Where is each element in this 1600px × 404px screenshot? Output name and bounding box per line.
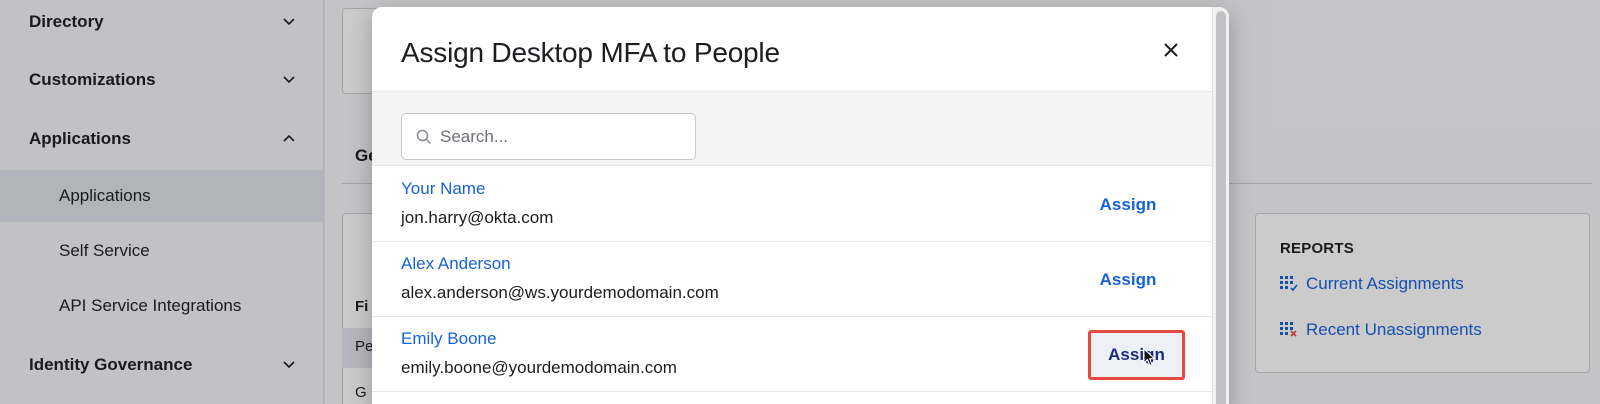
scrollbar-thumb[interactable]: [1216, 11, 1226, 404]
person-row: Your Name jon.harry@okta.com Assign: [372, 167, 1212, 242]
search-icon: [416, 129, 432, 144]
search-bar: [372, 91, 1212, 166]
assign-people-modal: Assign Desktop MFA to People Your Name j…: [372, 7, 1229, 404]
mouse-pointer-icon: [1143, 348, 1156, 367]
search-field[interactable]: [401, 113, 696, 160]
person-email: alex.anderson@ws.yourdemodomain.com: [401, 283, 719, 302]
person-email: emily.boone@yourdemodomain.com: [401, 358, 677, 377]
person-name-link[interactable]: Your Name: [401, 179, 485, 199]
person-email: jon.harry@okta.com: [401, 208, 554, 227]
assign-button[interactable]: Assign: [1087, 187, 1169, 222]
close-button[interactable]: [1158, 37, 1184, 63]
assign-button-highlighted[interactable]: Assign: [1088, 330, 1185, 380]
close-icon: [1164, 43, 1178, 57]
search-input[interactable]: [440, 126, 680, 147]
modal-title: Assign Desktop MFA to People: [401, 37, 780, 68]
person-row: Alex Anderson alex.anderson@ws.yourdemod…: [372, 242, 1212, 317]
person-row: Emily Boone emily.boone@yourdemodomain.c…: [372, 317, 1212, 392]
modal-scrollbar[interactable]: [1212, 7, 1229, 404]
people-list: Your Name jon.harry@okta.com Assign Alex…: [372, 167, 1212, 392]
person-name-link[interactable]: Alex Anderson: [401, 254, 511, 274]
assign-button[interactable]: Assign: [1087, 262, 1169, 297]
person-name-link[interactable]: Emily Boone: [401, 329, 496, 349]
